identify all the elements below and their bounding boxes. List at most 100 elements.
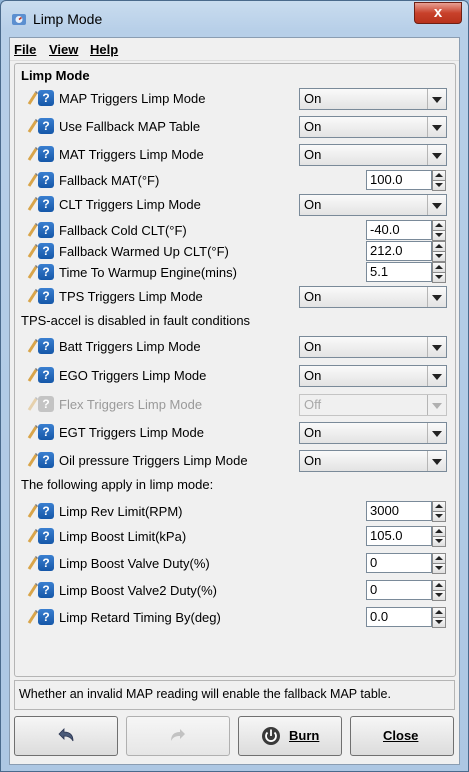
help-icon[interactable]: ? [38, 582, 54, 598]
help-icon[interactable]: ? [38, 118, 54, 134]
help-icon[interactable]: ? [38, 288, 54, 304]
tps-accel-note: TPS-accel is disabled in fault condition… [21, 313, 251, 328]
row-label: Use Fallback MAP Table [59, 119, 201, 134]
pencil-icon[interactable] [27, 556, 38, 570]
menu-help[interactable]: Help [90, 42, 118, 57]
help-icon[interactable]: ? [38, 196, 54, 212]
close-button[interactable]: Close [350, 716, 454, 756]
map-triggers-select[interactable]: On [299, 88, 447, 110]
help-icon[interactable]: ? [38, 90, 54, 106]
help-icon[interactable]: ? [38, 503, 54, 519]
pencil-icon[interactable] [27, 610, 38, 624]
pencil-icon[interactable] [27, 223, 38, 237]
row-label: Flex Triggers Limp Mode [59, 397, 203, 412]
clt-triggers-select[interactable]: On [299, 194, 447, 216]
pencil-icon[interactable] [27, 583, 38, 597]
row-label: MAT Triggers Limp Mode [59, 147, 204, 162]
fallback-warm-clt-input[interactable]: 212.0 [366, 241, 432, 261]
help-icon[interactable]: ? [38, 424, 54, 440]
pencil-icon[interactable] [27, 173, 38, 187]
pencil-icon[interactable] [27, 119, 38, 133]
pencil-icon [27, 397, 38, 411]
redo-icon [171, 729, 185, 741]
window-close-button[interactable]: x [414, 2, 462, 24]
burn-label: Burn [289, 728, 320, 743]
spin-down-button[interactable] [432, 617, 446, 628]
spin-down-button[interactable] [432, 251, 446, 262]
pencil-icon[interactable] [27, 425, 38, 439]
pencil-icon[interactable] [27, 244, 38, 258]
spin-down-button[interactable] [432, 511, 446, 522]
spin-down-button[interactable] [432, 180, 446, 191]
oil-pressure-triggers-select[interactable]: On [299, 450, 447, 472]
batt-triggers-select[interactable]: On [299, 336, 447, 358]
limp-rev-limit-input[interactable]: 3000 [366, 501, 432, 521]
help-icon[interactable]: ? [38, 243, 54, 259]
pencil-icon[interactable] [27, 197, 38, 211]
spin-down-button[interactable] [432, 272, 446, 283]
pencil-icon[interactable] [27, 265, 38, 279]
use-fallback-map-select[interactable]: On [299, 116, 447, 138]
undo-button[interactable] [14, 716, 118, 756]
fallback-cold-clt-input[interactable]: -40.0 [366, 220, 432, 240]
pencil-icon[interactable] [27, 504, 38, 518]
limp-mode-window: Limp Mode x File View Help Limp Mode ? M… [0, 0, 469, 772]
pencil-icon[interactable] [27, 453, 38, 467]
input-value: 105.0 [370, 528, 403, 543]
input-value: 0 [370, 555, 378, 570]
help-icon[interactable]: ? [38, 367, 54, 383]
help-icon[interactable]: ? [38, 264, 54, 280]
ego-triggers-select[interactable]: On [299, 365, 447, 387]
limp-boost-valve-duty-input[interactable]: 0 [366, 553, 432, 573]
chevron-down-icon [427, 195, 446, 215]
warmup-time-input[interactable]: 5.1 [366, 262, 432, 282]
pencil-icon[interactable] [27, 91, 38, 105]
button-bar: Burn Close [14, 714, 454, 758]
row-label: Fallback Cold CLT(°F) [59, 223, 187, 238]
chevron-down-icon [427, 145, 446, 165]
status-text: Whether an invalid MAP reading will enab… [19, 687, 391, 701]
help-icon[interactable]: ? [38, 146, 54, 162]
apply-note: The following apply in limp mode: [21, 477, 214, 492]
help-icon[interactable]: ? [38, 452, 54, 468]
input-value: 212.0 [370, 243, 403, 258]
help-icon[interactable]: ? [38, 338, 54, 354]
row-limp-boost-limit: ? Limp Boost Limit(kPa) 105.0 [23, 526, 449, 548]
help-icon[interactable]: ? [38, 528, 54, 544]
pencil-icon[interactable] [27, 339, 38, 353]
chevron-down-icon [427, 287, 446, 307]
limp-boost-limit-input[interactable]: 105.0 [366, 526, 432, 546]
help-icon[interactable]: ? [38, 555, 54, 571]
redo-button [126, 716, 230, 756]
select-value: On [304, 197, 322, 212]
help-icon[interactable]: ? [38, 172, 54, 188]
menu-view[interactable]: View [49, 42, 78, 57]
fallback-mat-input[interactable]: 100.0 [366, 170, 432, 190]
input-value: -40.0 [370, 222, 400, 237]
tps-triggers-select[interactable]: On [299, 286, 447, 308]
mat-triggers-select[interactable]: On [299, 144, 447, 166]
select-value: Off [304, 397, 322, 412]
menu-file[interactable]: File [14, 42, 36, 57]
spin-down-button[interactable] [432, 563, 446, 574]
spin-down-button[interactable] [432, 590, 446, 601]
row-label: Fallback MAT(°F) [59, 173, 160, 188]
row-fallback-warm-clt: ? Fallback Warmed Up CLT(°F) 212.0 [23, 241, 449, 263]
limp-boost-valve2-duty-input[interactable]: 0 [366, 580, 432, 600]
pencil-icon[interactable] [27, 289, 38, 303]
help-icon[interactable]: ? [38, 609, 54, 625]
egt-triggers-select[interactable]: On [299, 422, 447, 444]
pencil-icon[interactable] [27, 368, 38, 382]
spin-down-button[interactable] [432, 230, 446, 241]
row-fallback-cold-clt: ? Fallback Cold CLT(°F) -40.0 [23, 220, 449, 242]
help-icon[interactable]: ? [38, 222, 54, 238]
spin-down-button[interactable] [432, 536, 446, 547]
pencil-icon[interactable] [27, 147, 38, 161]
pencil-icon[interactable] [27, 529, 38, 543]
row-limp-retard-timing: ? Limp Retard Timing By(deg) 0.0 [23, 607, 449, 629]
chevron-down-icon [427, 395, 446, 415]
row-label: Limp Boost Valve2 Duty(%) [59, 583, 217, 598]
close-label: Close [383, 728, 419, 743]
burn-button[interactable]: Burn [238, 716, 342, 756]
limp-retard-timing-input[interactable]: 0.0 [366, 607, 432, 627]
